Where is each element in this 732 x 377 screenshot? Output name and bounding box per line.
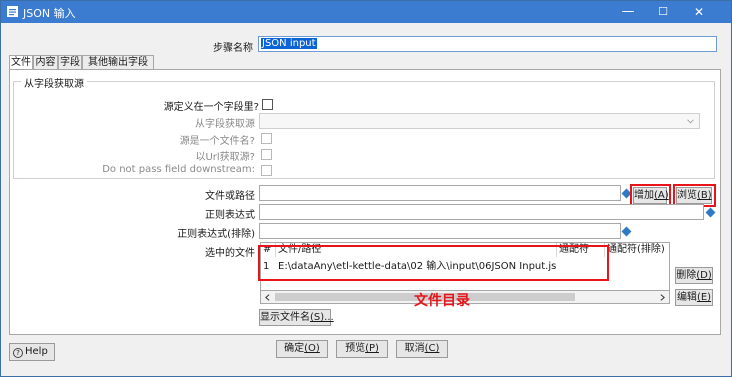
window-title: JSON 输入	[23, 7, 76, 20]
delete-button[interactable]: 删除(D)	[675, 267, 713, 284]
step-name-label: 步骤名称	[213, 43, 253, 54]
title-bar: JSON 输入 — ☐ ✕	[1, 1, 731, 23]
source-in-field-checkbox[interactable]	[262, 99, 273, 110]
tab-fields[interactable]: 字段	[58, 55, 82, 70]
close-button[interactable]: ✕	[682, 1, 716, 23]
source-is-filename-checkbox[interactable]	[261, 133, 272, 144]
column-header-wildcard-exclude[interactable]: 通配符(排除)	[605, 243, 669, 257]
pass-downstream-checkbox[interactable]	[261, 165, 272, 176]
get-source-from-field-label: 从字段获取源	[195, 119, 255, 130]
source-in-field-label: 源定义在一个字段里?	[163, 102, 259, 113]
file-path-input[interactable]	[259, 185, 621, 201]
regex-exclude-input[interactable]	[259, 223, 621, 239]
minimize-button[interactable]: —	[611, 1, 645, 23]
regex-input[interactable]	[259, 204, 704, 220]
maximize-button[interactable]: ☐	[646, 1, 680, 23]
chevron-down-icon	[687, 119, 694, 124]
source-field-select[interactable]	[259, 113, 700, 129]
file-path-label: 文件或路径	[205, 191, 255, 202]
help-button[interactable]: ? Help	[9, 343, 55, 361]
group-title: 从字段获取源	[21, 75, 87, 90]
table-row-highlight	[258, 245, 609, 281]
step-name-value: JSON input	[261, 38, 317, 49]
regex-label: 正则表达式	[205, 210, 255, 221]
pass-downstream-label: Do not pass field downstream:	[102, 164, 255, 175]
read-as-url-checkbox[interactable]	[261, 149, 272, 160]
regex-exclude-label: 正则表达式(排除)	[177, 229, 255, 240]
question-circle-icon: ?	[13, 348, 23, 358]
source-is-filename-label: 源是一个文件名?	[179, 136, 255, 147]
preview-button[interactable]: 预览(P)	[336, 340, 388, 358]
selected-files-label: 选中的文件	[205, 248, 255, 259]
show-filenames-button[interactable]: 显示文件名(S)...	[259, 309, 334, 326]
chevron-left-icon[interactable]	[265, 294, 270, 301]
cancel-button[interactable]: 取消(C)	[396, 340, 448, 358]
annotation-file-directory: 文件目录	[414, 293, 470, 309]
dialog-window: JSON 输入 — ☐ ✕ 步骤名称 JSON input 文件 内容 字段 其…	[0, 0, 732, 377]
ok-button[interactable]: 确定(O)	[276, 340, 328, 358]
step-name-input[interactable]: JSON input	[258, 36, 717, 52]
row-wildcard-exclude	[605, 260, 669, 274]
edit-button[interactable]: 编辑(E)	[675, 289, 713, 306]
tab-content[interactable]: 内容	[33, 55, 58, 70]
chevron-right-icon[interactable]	[660, 294, 665, 301]
read-as-url-label: 以Url获取源?	[195, 152, 255, 163]
pdi-step-icon	[7, 6, 18, 17]
tab-additional-output-fields[interactable]: 其他输出字段	[82, 55, 154, 70]
